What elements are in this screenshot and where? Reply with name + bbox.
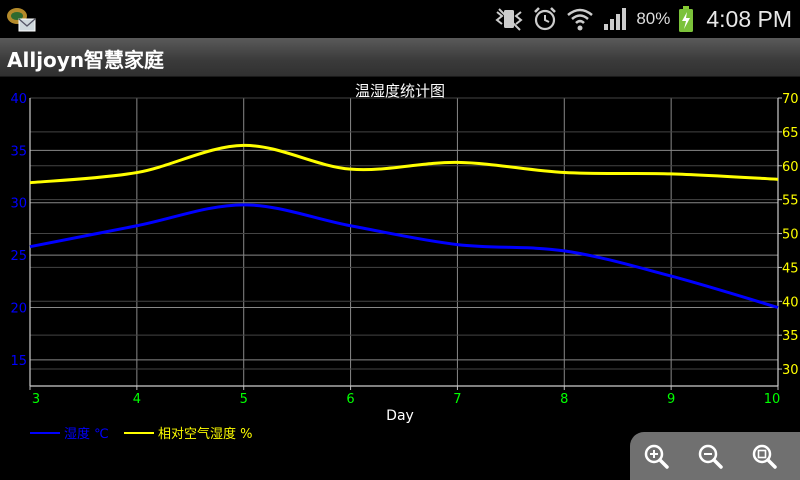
y-left-tick-label: 40 (10, 92, 27, 107)
signal-icon (604, 8, 627, 30)
y-left-tick-label: 35 (10, 144, 27, 159)
wifi-icon (567, 8, 594, 31)
x-tick-label: 3 (32, 392, 40, 407)
zoom-out-button[interactable] (696, 442, 724, 470)
y-right-tick-label: 70 (782, 92, 799, 107)
app-title: Alljoyn智慧家庭 (7, 48, 165, 72)
title-bar: Alljoyn智慧家庭 (0, 38, 800, 77)
chart-title: 温湿度统计图 (355, 82, 445, 100)
x-tick-label: 9 (667, 392, 675, 407)
status-bar: 80% 4:08 PM (0, 0, 800, 38)
y-right-tick-label: 45 (782, 261, 799, 276)
zoom-reset-button[interactable] (750, 442, 778, 470)
x-tick-label: 4 (133, 392, 141, 407)
y-right-tick-label: 35 (782, 329, 799, 344)
email-notification-icon (7, 8, 36, 32)
legend-label: 相对空气湿度 % (158, 426, 253, 442)
battery-charging-icon (679, 6, 694, 32)
battery-percent: 80% (636, 9, 671, 28)
legend: 湿度 ℃ 相对空气湿度 % (30, 426, 253, 442)
y-left-tick-label: 25 (10, 249, 27, 264)
y-right-tick-label: 50 (782, 228, 799, 243)
x-axis-label: Day (386, 408, 414, 424)
temperature-humidity-chart[interactable]: 3 4 5 6 7 8 9 10152025303540303540455055606570 … (0, 76, 800, 480)
zoom-in-button[interactable] (642, 442, 670, 470)
y-right-tick-label: 65 (782, 126, 799, 141)
y-left-tick-label: 20 (10, 301, 27, 316)
x-tick-label: 5 (240, 392, 248, 407)
zoom-controls (630, 432, 800, 480)
legend-label: 湿度 ℃ (64, 426, 109, 442)
series-line-temperature (29, 203, 779, 309)
zoom-fit-icon (752, 444, 777, 469)
vibrate-icon (495, 8, 523, 31)
x-tick-label: 7 (453, 392, 461, 407)
alarm-icon (534, 7, 557, 31)
y-left-tick-label: 15 (10, 354, 27, 369)
y-right-tick-label: 40 (782, 295, 799, 310)
y-right-tick-label: 30 (782, 363, 799, 378)
x-tick-label: 10 (764, 392, 781, 407)
x-tick-label: 8 (560, 392, 568, 407)
zoom-out-icon (698, 444, 723, 469)
y-left-tick-label: 30 (10, 197, 27, 212)
series-line-humidity (29, 143, 779, 185)
y-right-tick-label: 55 (782, 194, 799, 209)
zoom-in-icon (644, 444, 669, 469)
x-tick-label: 6 (346, 392, 354, 407)
clock: 4:08 PM (706, 5, 792, 32)
y-right-tick-label: 60 (782, 160, 799, 175)
